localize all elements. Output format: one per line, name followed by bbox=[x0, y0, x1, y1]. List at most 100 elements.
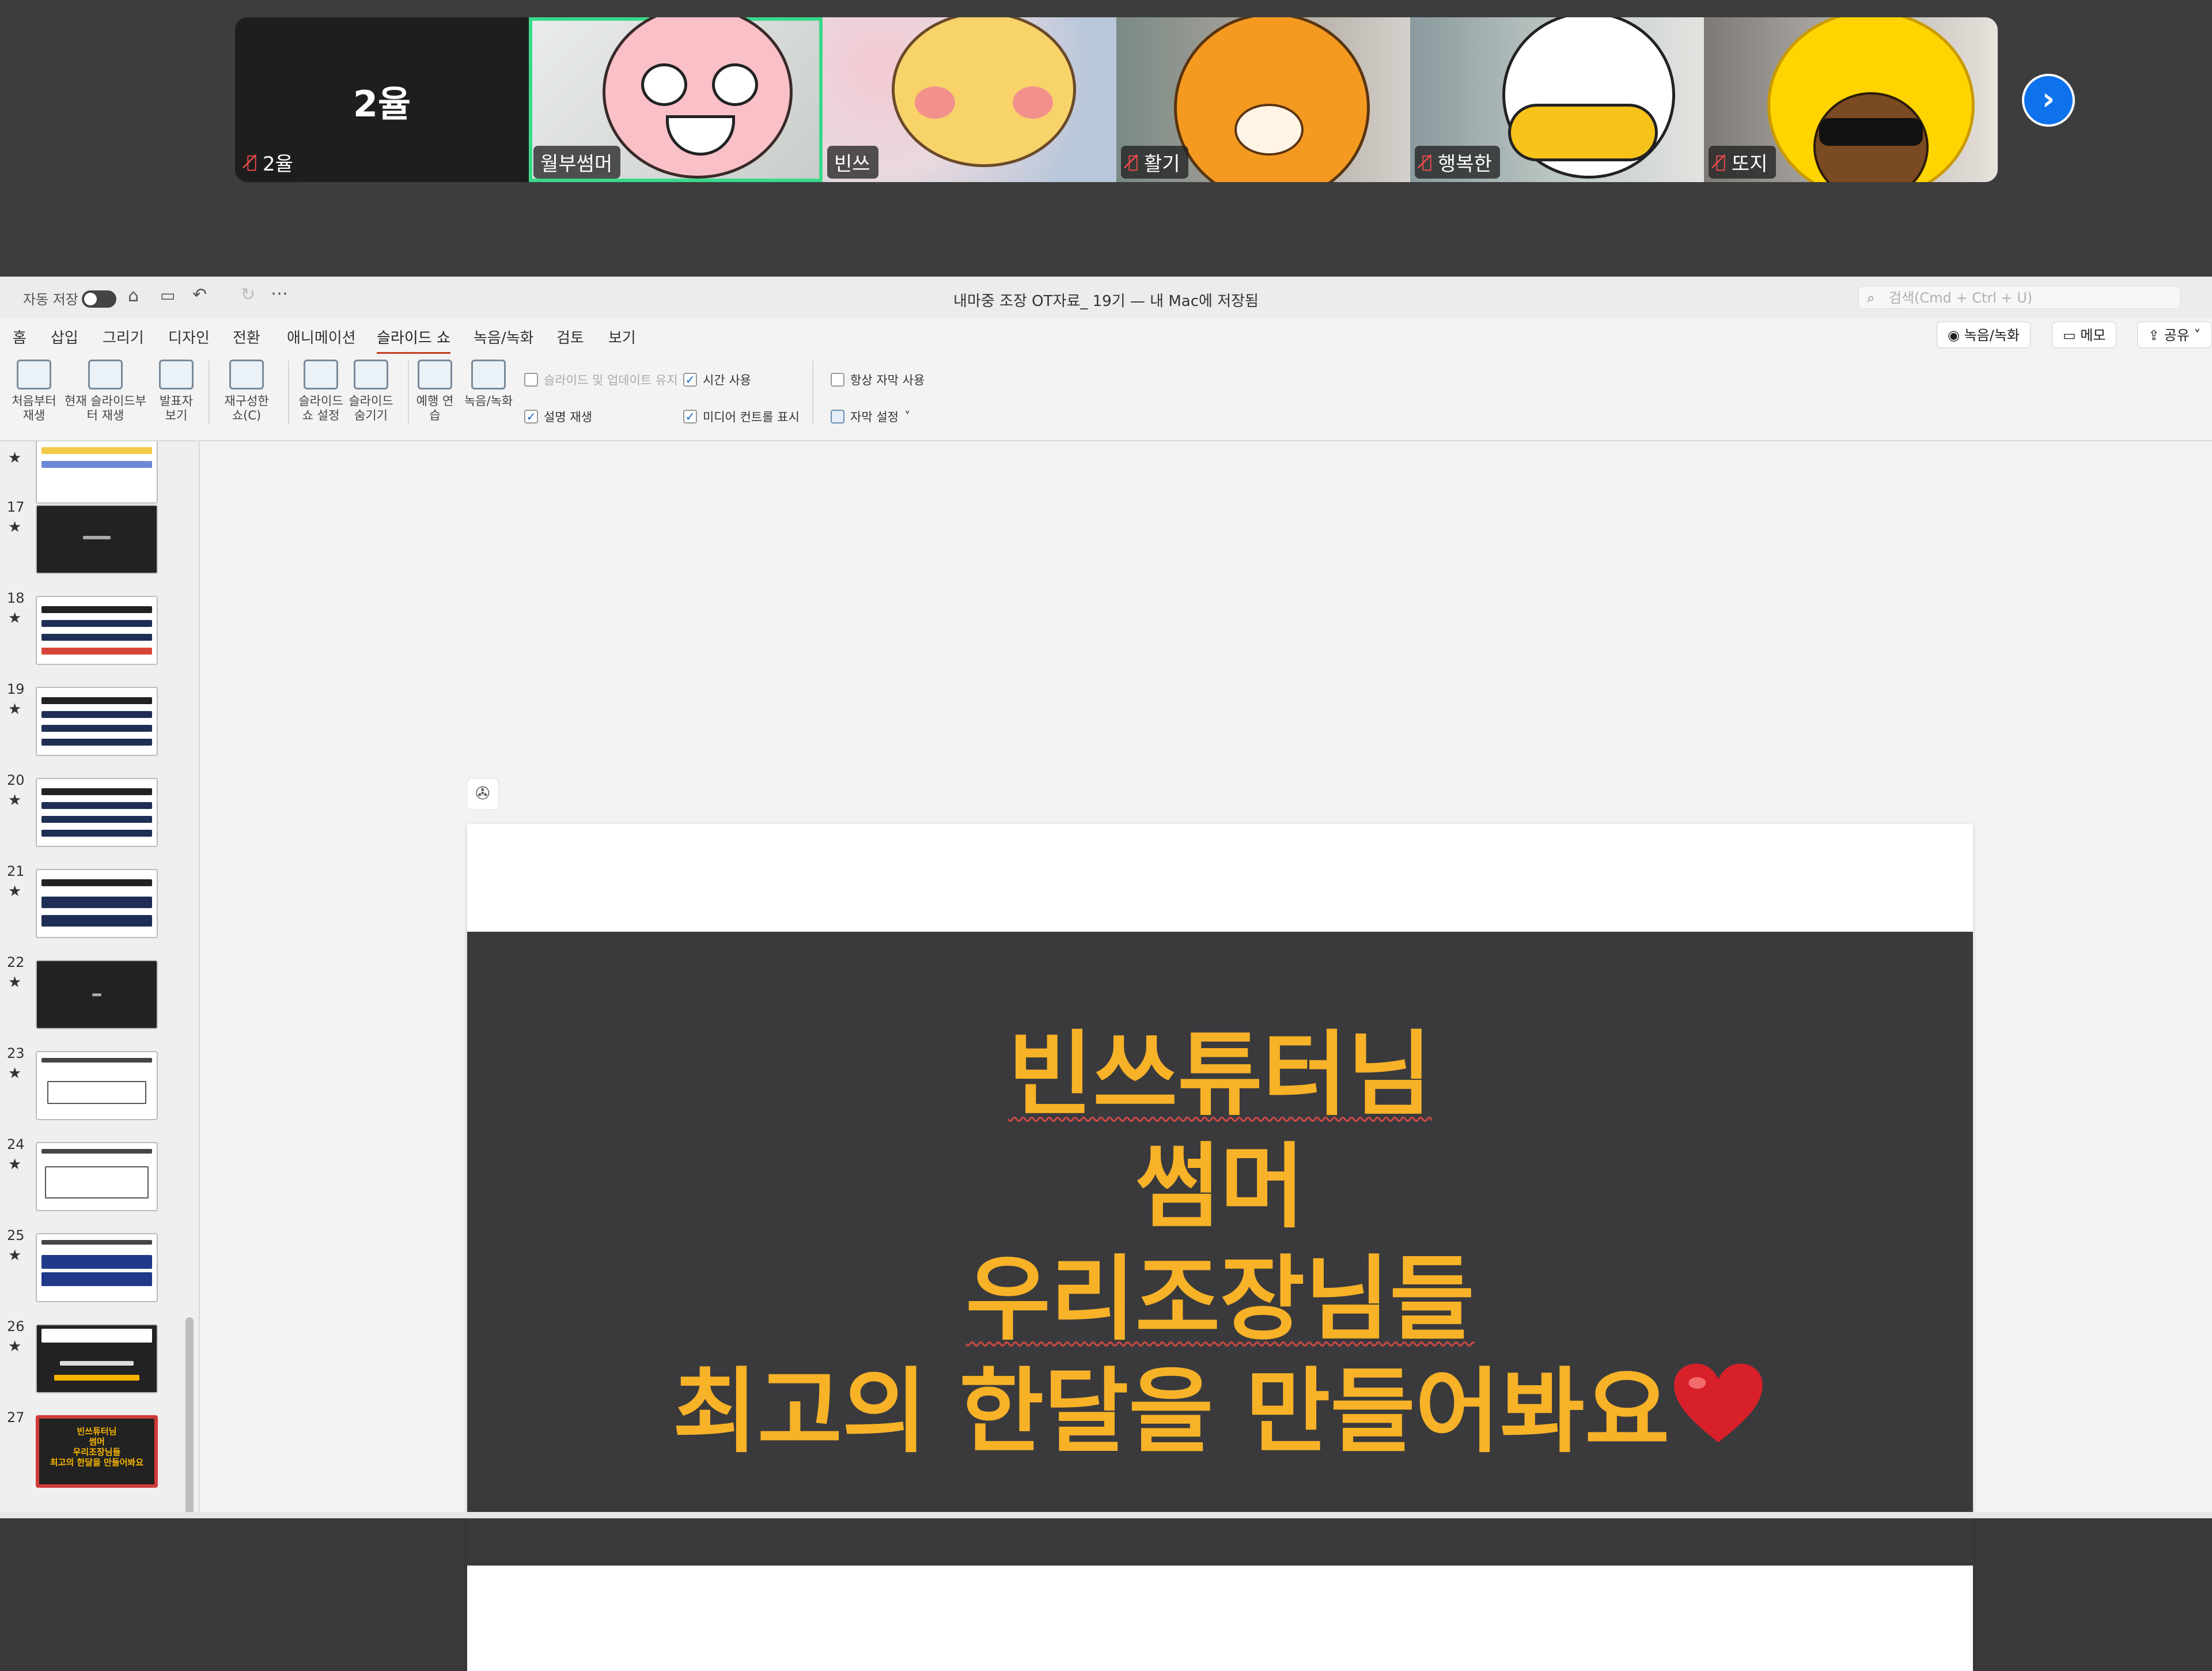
share-icon: ⇪ bbox=[2148, 327, 2164, 343]
keep-slides-updated-checkbox[interactable]: 슬라이드 및 업데이트 유지 bbox=[524, 371, 678, 388]
participant-tile[interactable]: 🎙̸ 활기 bbox=[1116, 17, 1410, 182]
record-slide-icon bbox=[471, 360, 506, 390]
copilot-icon[interactable]: ✇ bbox=[467, 778, 499, 810]
button-label: 슬라이드 숨기기 bbox=[349, 394, 393, 422]
tab-recording[interactable]: 녹음/녹화 bbox=[474, 326, 533, 347]
tab-transitions[interactable]: 전환 bbox=[233, 326, 260, 347]
thumbnail-line bbox=[41, 461, 152, 468]
record-icon: ◉ bbox=[1948, 327, 1964, 343]
current-slide[interactable]: 빈쓰튜터님 썸머 우리조장님들 최고의 한달을 만들어봐요 bbox=[467, 824, 1973, 1671]
custom-show-button[interactable]: 재구성한 쇼(C) bbox=[218, 360, 275, 423]
play-from-current-button[interactable]: 현재 슬라이드부터 재생 bbox=[62, 360, 149, 423]
search-input[interactable]: ⌕ 검색(Cmd + Ctrl + U) bbox=[1858, 286, 2181, 309]
memo-button[interactable]: ▭ 메모 bbox=[2052, 322, 2117, 348]
button-label: 슬라이드 쇼 설정 bbox=[298, 394, 343, 422]
memo-button-label: 메모 bbox=[2080, 327, 2106, 343]
tab-slide-show[interactable]: 슬라이드 쇼 bbox=[377, 326, 450, 355]
record-button-label: 녹음/녹화 bbox=[1964, 327, 2020, 343]
subtitle-settings-icon bbox=[831, 410, 844, 424]
slide-thumbnail-pane[interactable]: ★ 17 ★ 18 ★ 19 ★ 20 ★ 21 ★ 22 ★ 23 ★ 24 … bbox=[0, 441, 200, 1512]
slide-number: 24 bbox=[7, 1136, 25, 1152]
star-icon: ★ bbox=[8, 449, 22, 467]
tab-view[interactable]: 보기 bbox=[608, 326, 636, 347]
thumbnail-line bbox=[41, 1058, 152, 1063]
slide-thumbnail[interactable] bbox=[36, 778, 158, 847]
checkmark-icon: ✓ bbox=[524, 410, 538, 424]
star-icon: ★ bbox=[8, 610, 22, 627]
participant-tile-active-speaker[interactable]: 월부썸머 bbox=[529, 17, 823, 182]
subtitle-settings-button[interactable]: 자막 설정 ˅ bbox=[831, 408, 910, 425]
custom-show-icon bbox=[229, 360, 264, 390]
thumbnail-line bbox=[41, 606, 152, 613]
presenter-view-button[interactable]: 발표자 보기 bbox=[153, 360, 199, 423]
thumbnail-line bbox=[41, 1272, 152, 1286]
participant-name-tag: 🎙̸ 행복한 bbox=[1415, 146, 1500, 179]
thumbnail-line bbox=[41, 634, 152, 641]
tab-animations[interactable]: 애니메이션 bbox=[287, 326, 356, 347]
slide-thumbnail[interactable] bbox=[36, 687, 158, 756]
tab-review[interactable]: 검토 bbox=[556, 326, 584, 347]
tab-insert[interactable]: 삽입 bbox=[51, 326, 78, 347]
slide-number: 25 bbox=[7, 1227, 25, 1243]
subtitle-settings-label: 자막 설정 bbox=[850, 410, 899, 424]
slide-thumbnail[interactable] bbox=[36, 1142, 158, 1211]
participant-tile[interactable]: 🎙̸ 또지 bbox=[1704, 17, 1998, 182]
participant-name-tag: 빈쓰 bbox=[827, 146, 878, 179]
star-icon: ★ bbox=[8, 883, 22, 900]
slide-thumbnail[interactable] bbox=[36, 441, 158, 504]
button-label: 발표자 보기 bbox=[160, 394, 193, 422]
thumbnail-line bbox=[54, 1375, 139, 1381]
status-bar bbox=[0, 1512, 2212, 1518]
thumbnail-scrollbar[interactable] bbox=[185, 1317, 194, 1512]
play-narrations-checkbox[interactable]: ✓ 설명 재생 bbox=[524, 408, 592, 425]
thumbnail-text: 우리조장님들 bbox=[73, 1447, 121, 1457]
slide-thumbnail[interactable] bbox=[36, 1233, 158, 1302]
slide-thumbnail[interactable] bbox=[36, 596, 158, 665]
checkbox-label: 시간 사용 bbox=[703, 373, 751, 387]
record-slide-show-button[interactable]: 녹음/녹화 bbox=[460, 360, 517, 409]
tab-home[interactable]: 홈 bbox=[13, 326, 26, 347]
avatar-beak bbox=[1508, 104, 1658, 161]
thumbnail-line bbox=[41, 648, 152, 655]
slide-thumbnail[interactable] bbox=[36, 1324, 158, 1393]
record-button[interactable]: ◉ 녹음/녹화 bbox=[1937, 322, 2031, 348]
button-label: 처음부터 재생 bbox=[12, 394, 56, 422]
participant-name: 행복한 bbox=[1438, 153, 1492, 176]
share-button[interactable]: ⇪ 공유 ˅ bbox=[2137, 322, 2212, 348]
slide-thumbnail[interactable] bbox=[36, 869, 158, 938]
thumbnail-line bbox=[92, 993, 101, 996]
sunglasses-icon bbox=[1819, 118, 1923, 146]
participant-tile[interactable]: 🎙̸ 행복한 bbox=[1410, 17, 1704, 182]
checkbox-box bbox=[831, 373, 844, 387]
chevron-right-icon: › bbox=[2041, 81, 2055, 117]
next-page-button[interactable]: › bbox=[2022, 74, 2075, 127]
avatar-eye bbox=[712, 63, 758, 106]
rehearse-timings-button[interactable]: 예행 연습 bbox=[415, 360, 455, 423]
play-from-start-button[interactable]: 처음부터 재생 bbox=[8, 360, 60, 423]
slide-text-box[interactable]: 빈쓰튜터님 썸머 우리조장님들 최고의 한달을 만들어봐요 bbox=[467, 1018, 1973, 1468]
thumbnail-line bbox=[41, 879, 152, 886]
slide-thumbnail[interactable] bbox=[36, 1051, 158, 1120]
heart-icon bbox=[1669, 1358, 1767, 1445]
use-timings-checkbox[interactable]: ✓ 시간 사용 bbox=[683, 371, 751, 388]
tab-design[interactable]: 디자인 bbox=[168, 326, 210, 347]
ribbon-divider bbox=[812, 361, 813, 424]
thumbnail-line bbox=[60, 1361, 134, 1366]
thumbnail-line bbox=[41, 697, 152, 704]
slide-thumbnail-selected[interactable]: 빈쓰튜터님 썸머 우리조장님들 최고의 한달을 만들어봐요 bbox=[36, 1415, 158, 1488]
participant-tile[interactable]: 빈쓰 bbox=[823, 17, 1116, 182]
slide-number: 21 bbox=[7, 863, 25, 879]
slide-thumbnail[interactable] bbox=[36, 960, 158, 1029]
tab-draw[interactable]: 그리기 bbox=[103, 326, 144, 347]
always-use-subtitles-checkbox[interactable]: 항상 자막 사용 bbox=[831, 371, 925, 388]
hide-slide-button[interactable]: 슬라이드 숨기기 bbox=[348, 360, 394, 423]
show-media-controls-checkbox[interactable]: ✓ 미디어 컨트롤 표시 bbox=[683, 408, 800, 425]
ribbon-divider bbox=[408, 361, 409, 424]
avatar-cheek bbox=[915, 86, 955, 119]
comment-icon: ▭ bbox=[2063, 327, 2081, 343]
participant-tile[interactable]: 2율 🎙̸ 2율 bbox=[235, 17, 529, 182]
checkbox-label: 설명 재생 bbox=[544, 410, 592, 424]
slide-thumbnail[interactable] bbox=[36, 505, 158, 574]
slide-show-setup-button[interactable]: 슬라이드 쇼 설정 bbox=[295, 360, 347, 423]
thumbnail-line bbox=[41, 915, 152, 927]
